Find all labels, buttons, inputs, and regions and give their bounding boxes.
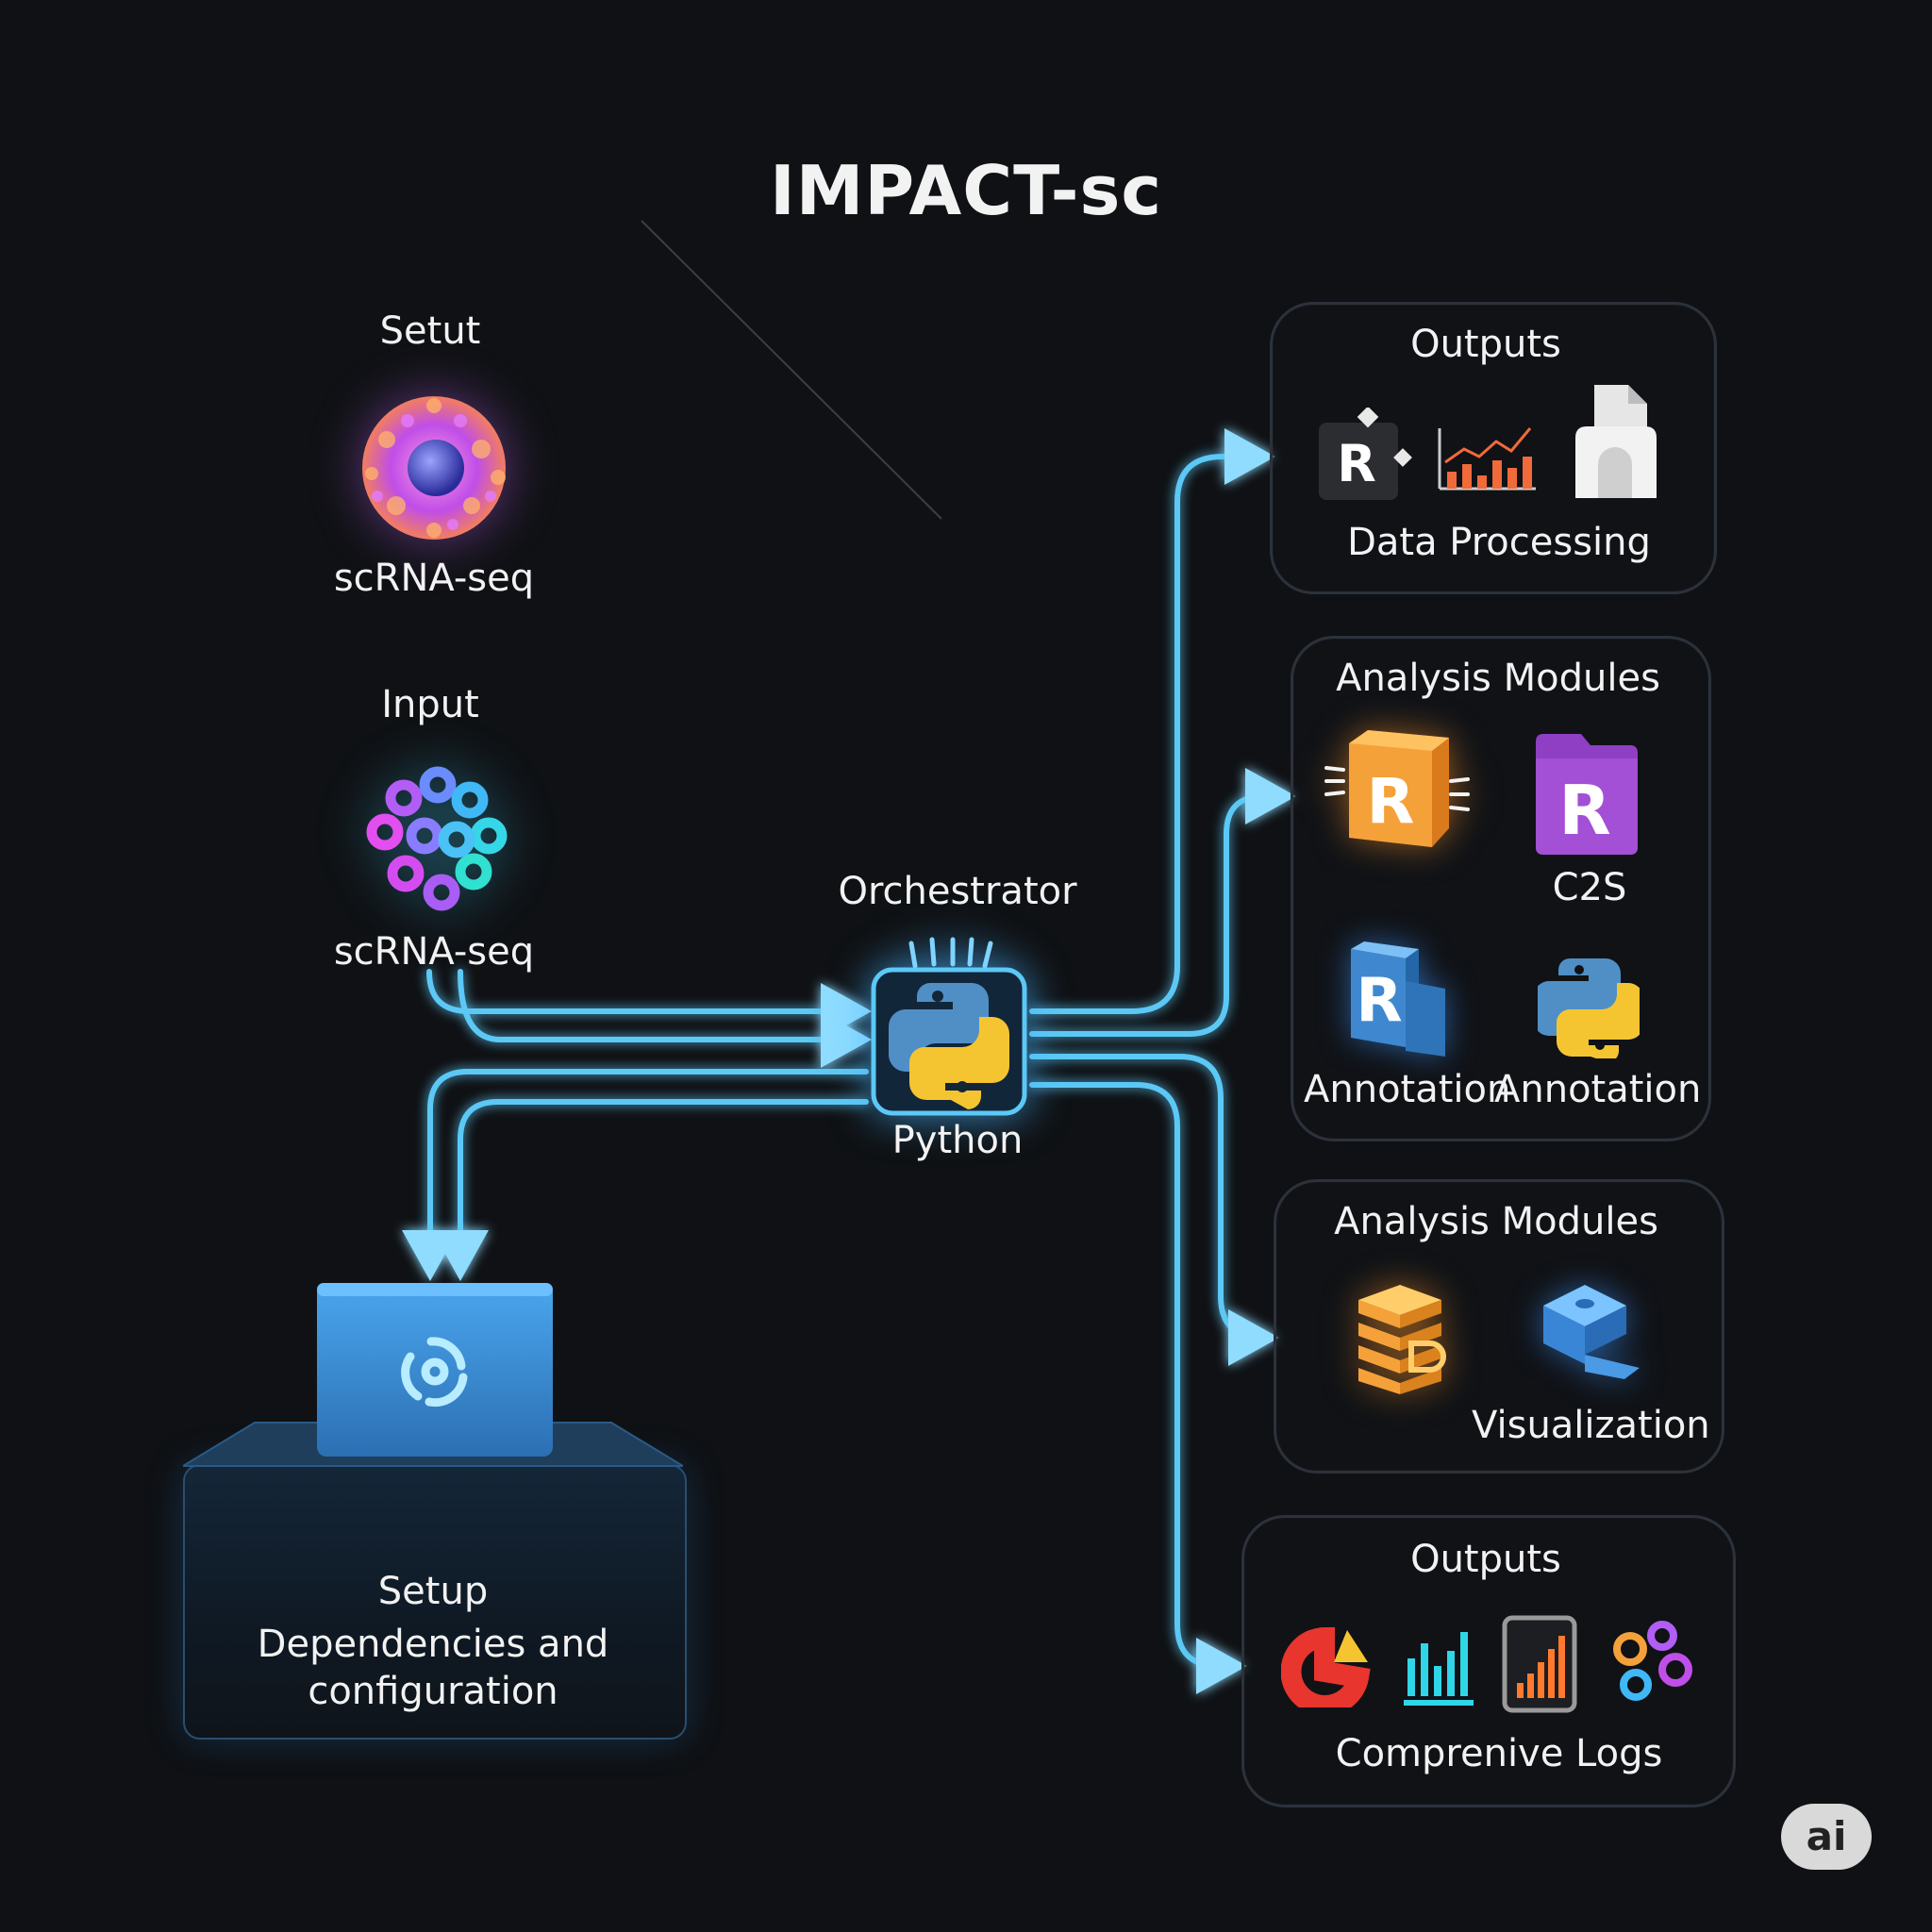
bars-icon [1404, 1632, 1474, 1706]
annotation-right-label: Annotation [1494, 1068, 1702, 1111]
wire-analysis-2 [1029, 1054, 1279, 1366]
outputs-bottom-title: Outputs [1410, 1538, 1561, 1581]
r-file-icon: R [1536, 734, 1638, 855]
wire-setup-1 [402, 1069, 869, 1281]
r-icon: R [1319, 408, 1412, 500]
orchestrator-caption: Python [891, 1119, 1024, 1162]
decorative-diagonal-line [641, 220, 942, 520]
database-icon [1358, 1285, 1446, 1394]
3d-block-icon [1543, 1285, 1640, 1379]
wire-outputs-bottom [1029, 1082, 1247, 1694]
document-stack-icon [1575, 385, 1657, 498]
top-cell-caption: scRNA-seq [333, 557, 535, 600]
ai-badge: ai [1781, 1804, 1872, 1870]
input-caption: scRNA-seq [333, 930, 535, 974]
pie-chart-icon [1281, 1626, 1371, 1707]
analysis-modules-2-title: Analysis Modules [1334, 1200, 1658, 1243]
cell-cluster-icon [366, 766, 508, 911]
annotation-left-label: Annotation [1304, 1068, 1511, 1111]
outputs-top-caption: Data Processing [1347, 521, 1651, 564]
visualization-label: Visualization [1472, 1404, 1710, 1447]
cell-icon [362, 396, 506, 540]
setup-line-2: configuration [308, 1670, 558, 1713]
outputs-top-title: Outputs [1410, 323, 1561, 366]
input-heading: Input [381, 683, 479, 726]
svg-text:R: R [1558, 771, 1610, 850]
svg-text:R: R [1367, 765, 1415, 838]
python-chip-icon [871, 937, 1027, 1116]
wire-analysis-1 [1029, 768, 1296, 1037]
r-cube-icon: R [1351, 941, 1445, 1057]
svg-text:R: R [1356, 966, 1402, 1036]
tablet-chart-icon [1502, 1615, 1577, 1713]
bar-chart-icon [1438, 427, 1536, 491]
setup-line-1: Dependencies and [257, 1623, 609, 1666]
wire-outputs-top [1029, 428, 1275, 1014]
svg-text:R: R [1337, 434, 1376, 493]
top-cell-heading: Setut [379, 309, 481, 353]
r-chip-icon: R [1324, 730, 1470, 847]
hexagons-icon [1613, 1621, 1692, 1701]
wire-setup-2 [432, 1099, 869, 1281]
c2s-label: C2S [1552, 866, 1627, 909]
diagram-canvas: IMPACT-sc Setut scRNA-seq Input scRNA-se… [0, 0, 1932, 1932]
python-icon [1538, 958, 1640, 1058]
analysis-modules-1-title: Analysis Modules [1336, 657, 1660, 700]
page-title: IMPACT-sc [769, 151, 1163, 230]
setup-heading: Setup [377, 1570, 489, 1613]
wire-input-1 [426, 969, 872, 1040]
setup-cube-icon [183, 1283, 683, 1467]
wire-input-2 [458, 969, 872, 1068]
outputs-bottom-caption: Comprenive Logs [1335, 1732, 1663, 1775]
orchestrator-heading: Orchestrator [838, 870, 1077, 913]
